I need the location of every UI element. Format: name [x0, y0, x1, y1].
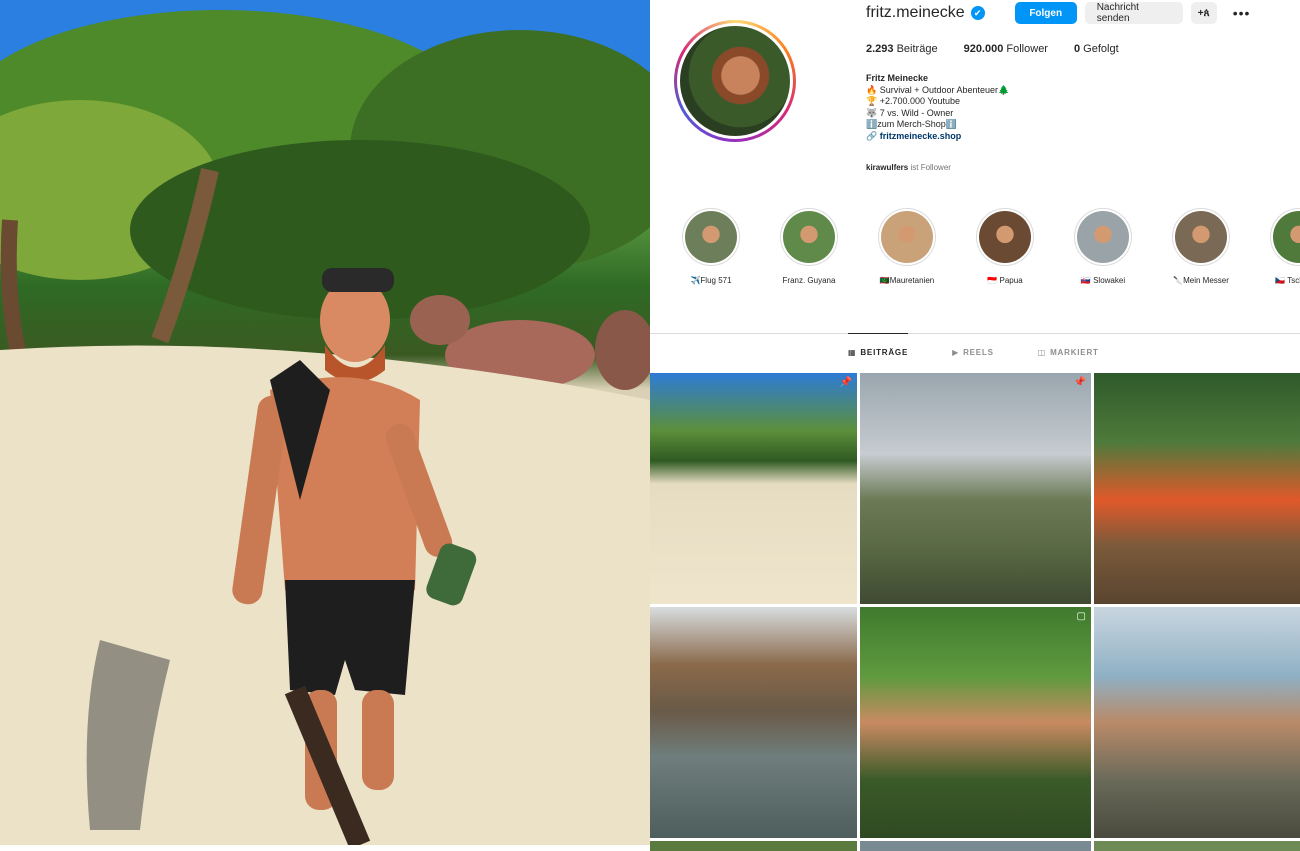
tab-icon: ◫	[1037, 348, 1047, 357]
story-highlight[interactable]: ✈️Flug 571	[662, 208, 760, 285]
highlight-cover	[976, 208, 1034, 266]
profile-tabs: ▦ BEITRÄGE ▶ REELS ◫ MARKIERT	[848, 348, 1099, 357]
instagram-profile: fritz.meinecke ✔ Folgen Nachricht senden…	[650, 0, 1300, 851]
featured-photo	[0, 0, 650, 845]
following-label: Gefolgt	[1083, 43, 1119, 55]
display-name: Fritz Meinecke	[866, 73, 929, 83]
tab-beiträge[interactable]: ▦ BEITRÄGE	[848, 348, 908, 357]
bio-line: 🔥 Survival + Outdoor Abenteuer🌲	[866, 84, 1010, 95]
highlight-cover	[1074, 208, 1132, 266]
highlight-label: Franz. Guyana	[782, 276, 836, 285]
username: fritz.meinecke	[866, 4, 965, 21]
beach-scene	[0, 0, 650, 845]
tabs-divider	[650, 333, 1300, 334]
verified-icon: ✔	[970, 6, 985, 20]
message-button[interactable]: Nachricht senden	[1084, 2, 1183, 24]
bio-line: 🏆 +2.700.000 Youtube	[866, 96, 961, 106]
story-highlight[interactable]: 🇨🇿 Tschechie	[1250, 208, 1300, 285]
profile-avatar[interactable]	[674, 20, 796, 142]
highlight-cover	[682, 208, 740, 266]
highlight-cover	[1270, 208, 1300, 266]
story-highlight[interactable]: 🇸🇰 Slowakei	[1054, 208, 1152, 285]
profile-stats: 2.293 Beiträge 920.000 Follower 0 Gefolg…	[866, 43, 1119, 55]
following-stat[interactable]: 0 Gefolgt	[1074, 43, 1119, 55]
highlight-cover	[1172, 208, 1230, 266]
followed-by-user[interactable]: kirawulfers	[866, 163, 908, 172]
suggest-users-button[interactable]: +ጰ	[1190, 2, 1217, 24]
post-fish-catch[interactable]	[1094, 607, 1300, 838]
posts-stat: 2.293 Beiträge	[866, 43, 938, 55]
post-type-icon: ▢	[1076, 611, 1086, 622]
following-count: 0	[1073, 43, 1081, 55]
post-beach-selfie[interactable]: 📌	[650, 373, 857, 604]
profile-bio: Fritz Meinecke 🔥 Survival + Outdoor Aben…	[866, 73, 1126, 142]
followers-label: Follower	[1006, 43, 1048, 55]
post-row3-b[interactable]	[860, 841, 1091, 851]
tab-reels[interactable]: ▶ REELS	[952, 348, 994, 357]
followers-stat[interactable]: 920.000 Follower	[964, 43, 1048, 55]
tab-label: MARKIERT	[1050, 348, 1099, 357]
highlight-label: 🇮🇩 Papua	[987, 276, 1023, 285]
active-tab-indicator	[848, 333, 908, 334]
followed-by-suffix: ist Follower	[908, 163, 951, 172]
more-options-icon[interactable]: •••	[1233, 5, 1251, 21]
bio-line: 🐺 7 vs. Wild - Owner	[866, 107, 954, 118]
followed-by[interactable]: kirawulfers ist Follower	[866, 163, 951, 172]
story-highlights: ✈️Flug 571 Franz. Guyana 🇲🇷Mauretanien 🇮…	[662, 208, 1300, 285]
bio-line: ℹ️zum Merch-Shopℹ️	[866, 119, 957, 129]
post-jungle-selfie[interactable]: ▢	[860, 607, 1091, 838]
tab-markiert[interactable]: ◫ MARKIERT	[1038, 348, 1099, 357]
post-type-icon: 📌	[1073, 377, 1086, 388]
post-river-log[interactable]	[650, 607, 857, 838]
story-highlight[interactable]: Franz. Guyana	[760, 208, 858, 285]
highlight-cover	[780, 208, 838, 266]
highlight-label: 🇲🇷Mauretanien	[879, 276, 935, 285]
followers-count: 920.000	[963, 43, 1004, 55]
story-highlight[interactable]: 🇲🇷Mauretanien	[858, 208, 956, 285]
bio-link[interactable]: 🔗 fritzmeinecke.shop	[866, 131, 1126, 143]
story-highlight[interactable]: 🔪Mein Messer	[1152, 208, 1250, 285]
profile-header: fritz.meinecke ✔ Folgen Nachricht senden…	[866, 2, 1250, 24]
story-highlight[interactable]: 🇮🇩 Papua	[956, 208, 1054, 285]
posts-count: 2.293	[866, 43, 894, 55]
post-type-icon: 📌	[839, 377, 852, 388]
follow-button[interactable]: Folgen	[1014, 2, 1077, 24]
posts-grid: 📌 📌 ▢	[650, 373, 1300, 851]
posts-label: Beiträge	[896, 43, 938, 55]
tab-label: REELS	[963, 348, 994, 357]
post-campfire[interactable]	[1094, 373, 1300, 604]
tab-icon: ▦	[848, 348, 857, 357]
highlight-label: 🇸🇰 Slowakei	[1080, 276, 1126, 285]
tab-label: BEITRÄGE	[860, 348, 909, 357]
highlight-cover	[878, 208, 936, 266]
highlight-label: 🔪Mein Messer	[1173, 276, 1229, 285]
highlight-label: 🇨🇿 Tschechie	[1275, 276, 1300, 285]
tab-icon: ▶	[952, 348, 960, 357]
post-row3-c[interactable]	[1094, 841, 1300, 851]
highlight-label: ✈️Flug 571	[690, 276, 732, 285]
post-row3-a[interactable]	[650, 841, 857, 851]
post-fish-knife[interactable]: 📌	[860, 373, 1091, 604]
